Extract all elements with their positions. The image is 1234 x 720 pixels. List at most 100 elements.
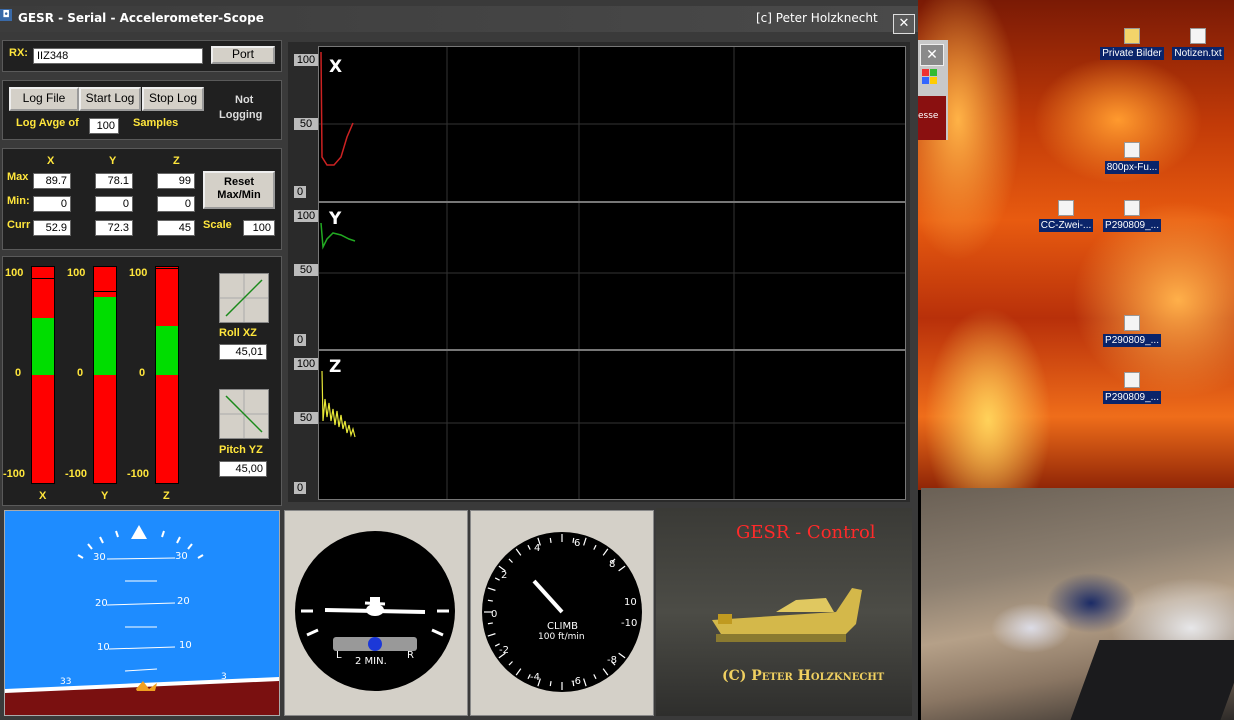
min-y-value: 0 [95, 196, 133, 212]
background-window-close-button[interactable]: ✕ [920, 44, 944, 66]
text-file-icon [1190, 28, 1206, 44]
image-file-icon [1124, 372, 1140, 388]
port-button[interactable]: Port [211, 46, 275, 64]
vsi-tick-minus-8: -8 [607, 655, 617, 666]
desktop-icon-p290809-3[interactable]: P290809_... [1096, 372, 1168, 404]
scope-y: Y [318, 202, 906, 350]
curr-z-value: 45 [157, 220, 195, 236]
rx-label: RX: [9, 47, 28, 59]
scope-z-plot [319, 351, 905, 499]
curr-label: Curr [7, 219, 31, 231]
values-panel: X Y Z Max Min: Curr 89.7 78.1 99 0 0 0 5… [2, 148, 282, 250]
stop-log-button[interactable]: Stop Log [142, 87, 204, 111]
log-average-input[interactable]: 100 [89, 118, 119, 134]
reset-button-line2: Max/Min [217, 189, 261, 201]
desktop-icon-p290809-2[interactable]: P290809_... [1096, 315, 1168, 347]
bar-z-max-marker [156, 268, 178, 270]
desktop-icon-p290809-1[interactable]: P290809_... [1096, 200, 1168, 232]
desktop-wallpaper [918, 0, 1234, 490]
bar-x-max-marker [32, 278, 54, 280]
scope-x-plot [319, 47, 905, 201]
vsi-title: CLIMB [547, 621, 578, 632]
curr-y-value: 72.3 [95, 220, 133, 236]
pitch-indicator [219, 389, 269, 439]
vsi-tick-minus-2: -2 [499, 645, 509, 656]
min-z-value: 0 [157, 196, 195, 212]
bar-z-top-label: 100 [129, 267, 148, 279]
column-x-header: X [47, 155, 55, 167]
vsi-tick-mark [549, 681, 552, 687]
turn-left-label: L [336, 650, 342, 661]
desktop-icon-notizen[interactable]: Notizen.txt [1162, 28, 1234, 60]
vsi-tick-mark [487, 599, 493, 602]
bar-y [93, 266, 117, 484]
column-z-header: Z [173, 155, 180, 167]
scale-input[interactable]: 100 [243, 220, 275, 236]
close-button[interactable]: ✕ [893, 14, 915, 34]
scope-x-mid-label: 50 [294, 118, 318, 130]
scope-z-mid-label: 50 [294, 412, 318, 424]
bar-z-level [156, 326, 178, 375]
vsi-tick-4: 4 [534, 543, 541, 554]
app-icon: ◘ [0, 9, 12, 21]
vsi-tick-0: 0 [491, 609, 498, 620]
horizon-pitch-30-right: 30 [175, 551, 188, 562]
rx-panel: RX: IIZ348 Port [2, 40, 282, 72]
file-icon [1058, 200, 1074, 216]
background-window-strip: esse [918, 96, 946, 140]
max-label: Max [7, 171, 29, 183]
pitch-indicator-graphic [220, 390, 268, 438]
image-file-icon [1124, 142, 1140, 158]
horizon-pitch-10-left: 10 [97, 642, 110, 653]
vsi-tick-10: 10 [624, 597, 637, 608]
roll-value: 45,01 [219, 344, 267, 360]
bar-z-mid-label: 0 [139, 367, 146, 379]
desktop-icon-800px[interactable]: 800px-Fu... [1096, 142, 1168, 174]
curr-x-value: 52.9 [33, 220, 71, 236]
log-file-button[interactable]: Log File [9, 87, 79, 111]
bar-z [155, 266, 179, 484]
column-y-header: Y [109, 155, 117, 167]
artificial-horizon: 30 30 20 20 10 10 33 3 [4, 510, 280, 716]
bar-y-level [94, 296, 116, 375]
image-file-icon [1124, 315, 1140, 331]
webcam-keyboard [1070, 640, 1234, 720]
scope-x-top-label: 100 [294, 54, 318, 66]
scope-y-top-label: 100 [294, 210, 318, 222]
scope-z-trace [321, 370, 356, 438]
vsi-panel: 0 2 4 6 8 10 -10 -8 -6 -4 -2 CLIMB 100 f… [470, 510, 654, 716]
scope-y-mid-label: 50 [294, 264, 318, 276]
horizon-bank-left: 33 [60, 677, 72, 687]
roll-indicator-graphic [220, 274, 268, 322]
horizon-bank-right: 3 [221, 672, 227, 682]
bar-x [31, 266, 55, 484]
log-average-label: Log Avge of [16, 117, 79, 129]
bar-z-bottom-label: -100 [127, 468, 150, 480]
reset-max-min-button[interactable]: Reset Max/Min [203, 171, 275, 209]
bar-y-max-marker [94, 290, 116, 292]
title-bar[interactable]: GESR - Serial - Accelerometer-Scope [c] … [0, 6, 918, 34]
min-label: Min: [7, 195, 30, 207]
horizon-pitch-20-left: 20 [95, 598, 108, 609]
scope-y-plot [319, 203, 905, 349]
rx-input[interactable]: IIZ348 [33, 48, 203, 64]
bar-x-bottom-label: -100 [3, 468, 26, 480]
scope-y-bottom-label: 0 [294, 334, 306, 346]
logging-status-line2: Logging [219, 109, 263, 121]
turn-right-label: R [407, 650, 414, 661]
turn-coordinator-graphic [295, 531, 455, 691]
scope-y-title: Y [329, 209, 342, 229]
artificial-horizon-graphic [5, 525, 279, 715]
horizon-pitch-10-right: 10 [179, 640, 192, 651]
scope-z-title: Z [329, 357, 342, 377]
bar-z-axis-label: Z [163, 490, 170, 502]
scope-x: X [318, 46, 906, 202]
scope-x-title: X [329, 57, 343, 77]
vsi-tick-minus-6: -6 [571, 676, 581, 687]
desktop-icon-private-bilder[interactable]: Private Bilder [1096, 28, 1168, 60]
samples-label: Samples [133, 117, 179, 129]
start-log-button[interactable]: Start Log [79, 87, 141, 111]
window-title: GESR - Serial - Accelerometer-Scope [18, 11, 264, 25]
desktop-icon-cc-zwei[interactable]: CC-Zwei-... [1030, 200, 1102, 232]
vsi-tick-6: 6 [574, 538, 581, 549]
